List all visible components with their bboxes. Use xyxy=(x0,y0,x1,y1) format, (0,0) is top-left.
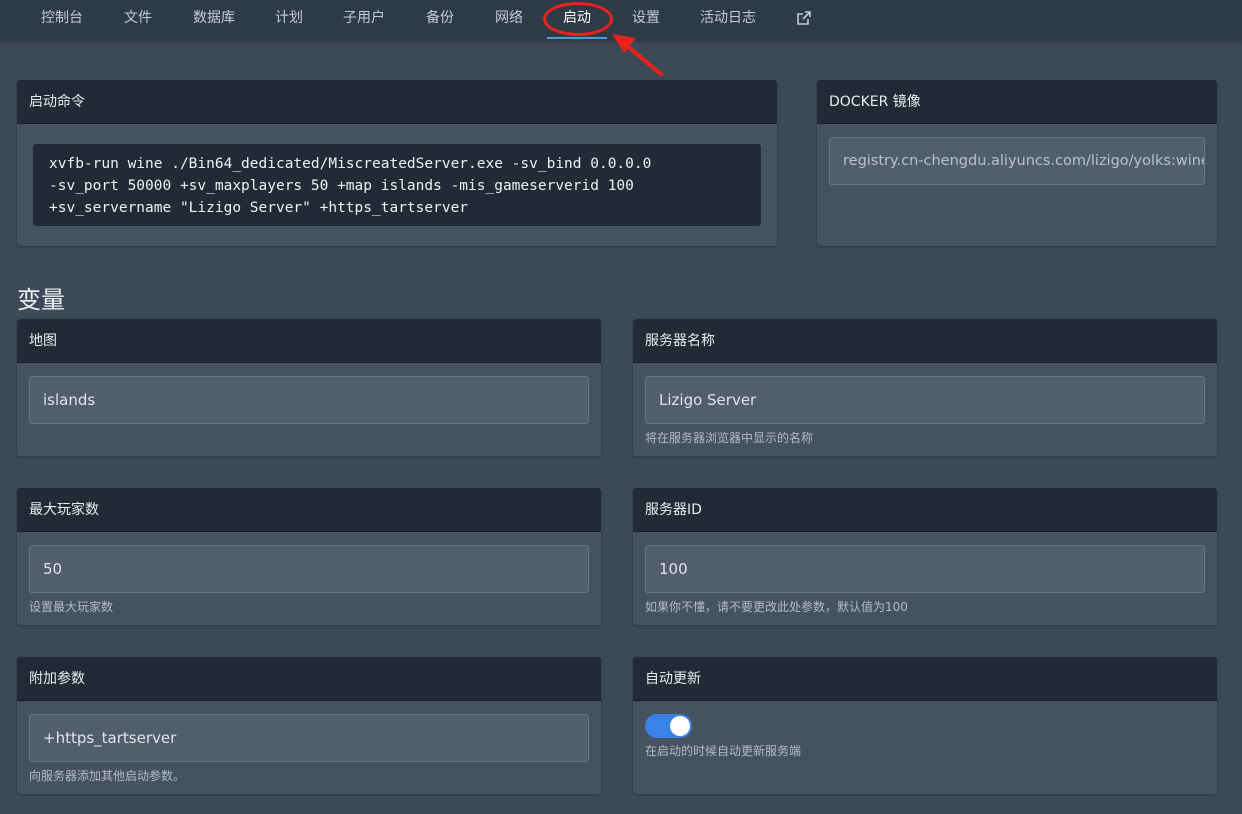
docker-image-field[interactable]: registry.cn-chengdu.aliyuncs.com/lizigo/… xyxy=(829,137,1205,185)
auto-update-hint: 在启动的时候自动更新服务端 xyxy=(645,744,802,758)
startup-command-panel: 启动命令 xvfb-run wine ./Bin64_dedicated/Mis… xyxy=(17,80,777,246)
top-nav: 控制台 文件 数据库 计划 子用户 备份 网络 启动 设置 活动日志 xyxy=(0,0,1242,40)
startup-command-title: 启动命令 xyxy=(17,80,777,124)
map-panel: 地图 islands xyxy=(17,319,601,456)
auto-update-panel: 自动更新 在启动的时候自动更新服务端 xyxy=(633,657,1217,794)
tab-activity-log[interactable]: 活动日志 xyxy=(692,0,764,40)
server-id-title: 服务器ID xyxy=(633,488,1217,532)
max-players-input[interactable]: 50 xyxy=(29,545,589,593)
docker-image-panel: DOCKER 镜像 registry.cn-chengdu.aliyuncs.c… xyxy=(817,80,1217,246)
server-name-panel: 服务器名称 Lizigo Server 将在服务器浏览器中显示的名称 xyxy=(633,319,1217,456)
server-id-panel: 服务器ID 100 如果你不懂，请不要更改此处参数，默认值为100 xyxy=(633,488,1217,625)
toggle-knob xyxy=(670,716,690,736)
max-players-title: 最大玩家数 xyxy=(17,488,601,532)
extra-args-input[interactable]: +https_tartserver xyxy=(29,714,589,762)
tab-files[interactable]: 文件 xyxy=(114,0,162,40)
server-id-hint: 如果你不懂，请不要更改此处参数，默认值为100 xyxy=(645,600,908,614)
extra-args-hint: 向服务器添加其他启动参数。 xyxy=(29,769,186,783)
auto-update-body: 在启动的时候自动更新服务端 xyxy=(633,702,1217,794)
tab-console[interactable]: 控制台 xyxy=(30,0,94,40)
server-name-input[interactable]: Lizigo Server xyxy=(645,376,1205,424)
tab-database[interactable]: 数据库 xyxy=(182,0,246,40)
docker-image-title: DOCKER 镜像 xyxy=(817,80,1217,124)
map-title: 地图 xyxy=(17,319,601,363)
max-players-panel: 最大玩家数 50 设置最大玩家数 xyxy=(17,488,601,625)
tab-schedules[interactable]: 计划 xyxy=(265,0,313,40)
variables-heading: 变量 xyxy=(17,286,65,314)
tab-network[interactable]: 网络 xyxy=(485,0,533,40)
server-name-title: 服务器名称 xyxy=(633,319,1217,363)
tab-backups[interactable]: 备份 xyxy=(416,0,464,40)
tab-settings[interactable]: 设置 xyxy=(622,0,670,40)
auto-update-title: 自动更新 xyxy=(633,657,1217,701)
server-name-hint: 将在服务器浏览器中显示的名称 xyxy=(645,431,814,445)
auto-update-toggle[interactable] xyxy=(645,714,692,738)
max-players-hint: 设置最大玩家数 xyxy=(29,600,114,614)
startup-command-text: xvfb-run wine ./Bin64_dedicated/Miscreat… xyxy=(33,144,761,226)
external-link-icon[interactable] xyxy=(790,0,818,40)
server-id-input[interactable]: 100 xyxy=(645,545,1205,593)
extra-args-title: 附加参数 xyxy=(17,657,601,701)
map-input[interactable]: islands xyxy=(29,376,589,424)
annotation-circle xyxy=(543,2,613,36)
extra-args-panel: 附加参数 +https_tartserver 向服务器添加其他启动参数。 xyxy=(17,657,601,794)
tab-subusers[interactable]: 子用户 xyxy=(332,0,396,40)
